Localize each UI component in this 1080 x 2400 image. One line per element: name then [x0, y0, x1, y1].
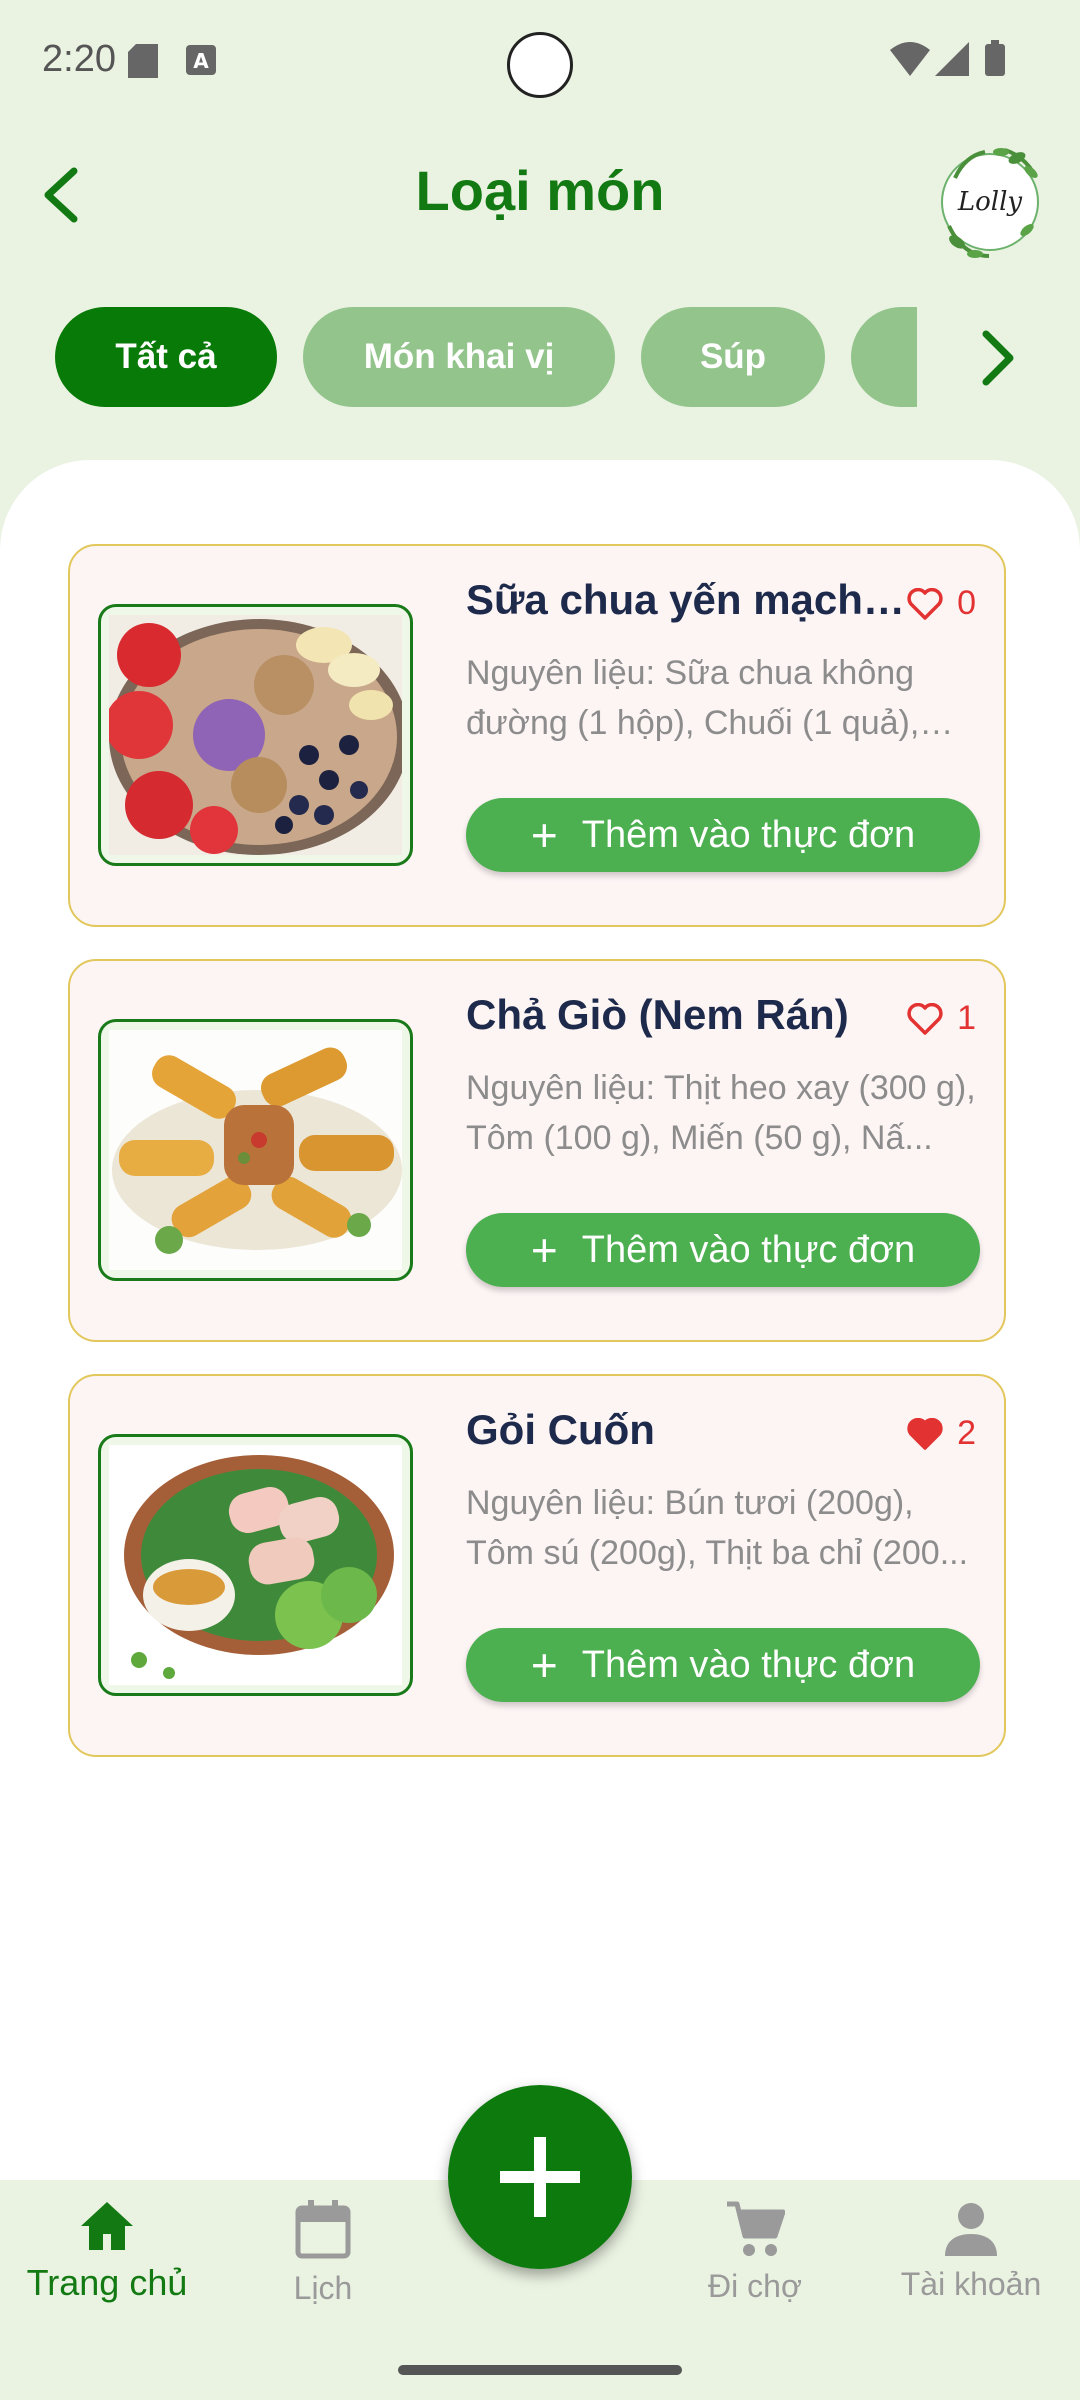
- like-count: 1: [957, 999, 976, 1037]
- add-to-menu-label: Thêm vào thực đơn: [581, 813, 916, 856]
- like-count: 0: [957, 584, 976, 622]
- dish-title: Gỏi Cuốn: [466, 1406, 655, 1453]
- nav-calendar[interactable]: Lịch: [218, 2200, 428, 2340]
- home-icon: [81, 2202, 133, 2250]
- svg-text:A: A: [193, 49, 209, 73]
- plus-icon: +: [530, 1224, 558, 1276]
- plus-icon: +: [530, 809, 558, 861]
- home-indicator: [398, 2365, 682, 2375]
- nav-market-label: Đi chợ: [708, 2268, 802, 2304]
- dish-card[interactable]: Chả Giò (Nem Rán) 1 Nguyên liệu: Thịt he…: [68, 959, 1006, 1342]
- chip-appetizer[interactable]: Món khai vị: [303, 307, 615, 407]
- front-camera: [507, 32, 573, 98]
- person-icon: [945, 2203, 997, 2256]
- plus-icon: [500, 2137, 580, 2217]
- add-to-menu-button[interactable]: + Thêm vào thực đơn: [466, 1213, 980, 1287]
- wifi-icon: [890, 42, 930, 81]
- add-dish-fab[interactable]: [448, 2085, 632, 2269]
- nav-calendar-label: Lịch: [293, 2270, 353, 2306]
- signal-icon: [935, 42, 969, 81]
- dish-ingredients: Nguyên liệu: Sữa chua không đường (1 hộp…: [466, 654, 920, 742]
- status-bar: 2:20 A: [0, 0, 1080, 120]
- plus-icon: +: [530, 1639, 558, 1691]
- dish-ingredients: Nguyên liệu: Thịt heo xay (300 g), Tôm (…: [466, 1069, 976, 1157]
- chip-soup[interactable]: Súp: [641, 307, 825, 407]
- dish-image-spring-rolls: [98, 1019, 413, 1281]
- chip-all[interactable]: Tất cả: [55, 307, 277, 407]
- chips-scroll-right-button[interactable]: [968, 318, 1028, 398]
- chip-more[interactable]: [851, 307, 917, 407]
- dish-image-fresh-spring-rolls: [98, 1434, 413, 1696]
- chevron-right-icon: [982, 330, 1014, 386]
- like-button[interactable]: 0: [907, 584, 976, 623]
- dish-title: Sữa chua yến mạch t...: [466, 576, 906, 623]
- nav-account-label: Tài khoản: [900, 2266, 1042, 2302]
- heart-filled-icon: [907, 1417, 943, 1450]
- like-count: 2: [957, 1414, 976, 1452]
- status-time: 2:20: [42, 38, 116, 80]
- logo-text: Lolly: [957, 187, 1023, 217]
- page-title: Loại món: [415, 159, 665, 222]
- calendar-icon: [295, 2200, 351, 2259]
- nav-market[interactable]: Đi chợ: [650, 2200, 860, 2340]
- heart-outline-icon: [907, 587, 943, 620]
- category-chips: Tất cả Món khai vị Súp: [55, 307, 917, 407]
- add-to-menu-label: Thêm vào thực đơn: [581, 1228, 916, 1271]
- text-a-icon: A: [185, 44, 217, 81]
- shopping-cart-icon: [727, 2201, 785, 2256]
- add-to-menu-button[interactable]: + Thêm vào thực đơn: [466, 798, 980, 872]
- dish-ingredients: Nguyên liệu: Bún tươi (200g), Tôm sú (20…: [466, 1484, 969, 1572]
- dish-card[interactable]: Sữa chua yến mạch t... 0 Nguyên liệu: Sữ…: [68, 544, 1006, 927]
- add-to-menu-label: Thêm vào thực đơn: [581, 1643, 916, 1686]
- battery-icon: [984, 40, 1006, 81]
- sd-card-icon: [128, 44, 158, 83]
- nav-home[interactable]: Trang chủ: [2, 2200, 212, 2340]
- heart-outline-icon: [907, 1002, 943, 1035]
- nav-account[interactable]: Tài khoản: [866, 2200, 1076, 2340]
- dish-title: Chả Giò (Nem Rán): [466, 991, 849, 1038]
- like-button[interactable]: 1: [907, 999, 976, 1038]
- nav-home-label: Trang chủ: [26, 2262, 188, 2303]
- dish-card[interactable]: Gỏi Cuốn 2 Nguyên liệu: Bún tươi (200g),…: [68, 1374, 1006, 1757]
- add-to-menu-button[interactable]: + Thêm vào thực đơn: [466, 1628, 980, 1702]
- lolly-logo: Lolly: [935, 138, 1045, 263]
- dish-image-yogurt-bowl: [98, 604, 413, 866]
- like-button[interactable]: 2: [907, 1414, 976, 1453]
